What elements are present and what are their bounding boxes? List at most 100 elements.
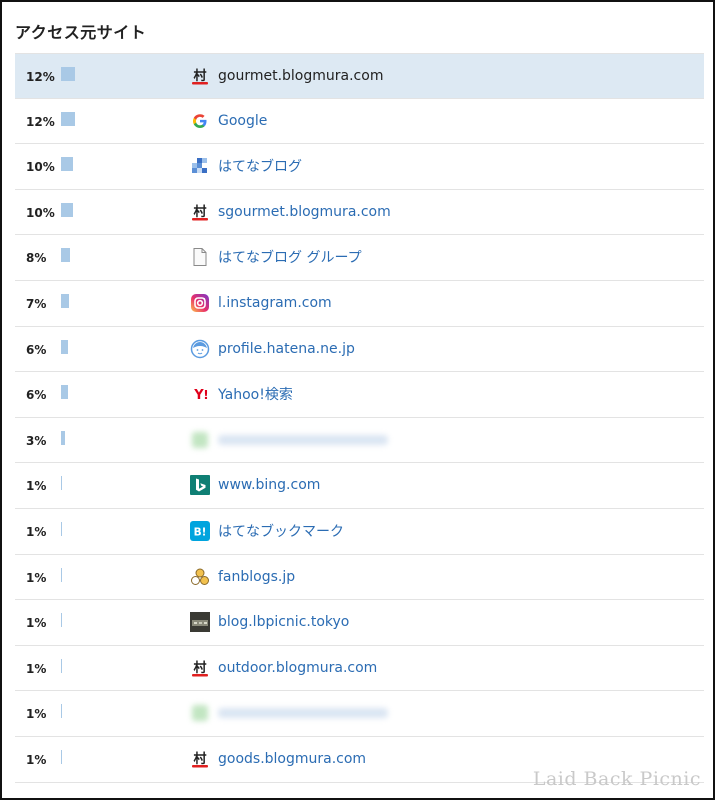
referrer-row[interactable]: 1% fanblogs.jp bbox=[15, 555, 704, 601]
referrer-row[interactable]: 6% Y! Yahoo!検索 bbox=[15, 372, 704, 418]
referrer-row[interactable]: 3% bbox=[15, 418, 704, 464]
blogmura-icon: 村 bbox=[190, 658, 210, 678]
share-bar bbox=[61, 567, 62, 582]
share-percent: 10% bbox=[26, 160, 55, 175]
share-bar bbox=[61, 704, 62, 719]
svg-text:村: 村 bbox=[193, 660, 206, 676]
access-sources-panel: アクセス元サイト 12% 村 gourmet.blogmura.com 12% Goog… bbox=[0, 0, 715, 800]
share-percent: 1% bbox=[26, 707, 47, 722]
referrer-site: profile.hatena.ne.jp bbox=[190, 339, 355, 359]
referrer-site: www.bing.com bbox=[190, 475, 320, 496]
svg-text:村: 村 bbox=[193, 751, 206, 767]
share-bar bbox=[61, 157, 73, 172]
share-bar bbox=[61, 613, 62, 628]
referrer-site bbox=[190, 703, 388, 723]
share-percent: 1% bbox=[26, 524, 47, 539]
share-bar bbox=[61, 202, 73, 217]
share-bar bbox=[61, 749, 62, 764]
instagram-icon bbox=[190, 293, 210, 313]
referrer-site: 村 outdoor.blogmura.com bbox=[190, 658, 377, 678]
referrer-link[interactable]: はてなブログ bbox=[218, 156, 302, 176]
referrer-list: 12% 村 gourmet.blogmura.com 12% Google 10% はてなブ… bbox=[15, 53, 704, 783]
referrer-row[interactable]: 1% blog.lbpicnic.tokyo bbox=[15, 600, 704, 646]
referrer-link[interactable]: www.bing.com bbox=[218, 477, 320, 493]
referrer-row[interactable]: 1% B! はてなブックマーク bbox=[15, 509, 704, 555]
referrer-site bbox=[190, 430, 388, 450]
share-percent: 10% bbox=[26, 205, 55, 220]
bing-icon bbox=[190, 475, 210, 496]
blurred-favicon-icon bbox=[190, 430, 210, 450]
referrer-site: はてなブログ bbox=[190, 156, 302, 176]
section-title: アクセス元サイト bbox=[15, 23, 147, 42]
svg-text:村: 村 bbox=[193, 68, 206, 84]
hatena-profile-icon bbox=[190, 339, 210, 359]
referrer-row[interactable]: 1% www.bing.com bbox=[15, 463, 704, 509]
referrer-site: 村 goods.blogmura.com bbox=[190, 749, 366, 769]
referrer-site: fanblogs.jp bbox=[190, 567, 295, 587]
share-percent: 1% bbox=[26, 479, 47, 494]
referrer-link[interactable]: goods.blogmura.com bbox=[218, 751, 366, 767]
referrer-site: blog.lbpicnic.tokyo bbox=[190, 612, 349, 633]
referrer-link bbox=[218, 434, 388, 445]
referrer-site: はてなブログ グループ bbox=[190, 247, 362, 267]
referrer-site: 村 sgourmet.blogmura.com bbox=[190, 202, 391, 222]
referrer-row[interactable]: 8% はてなブログ グループ bbox=[15, 235, 704, 281]
referrer-site: B! はてなブックマーク bbox=[190, 520, 344, 541]
referrer-row[interactable]: 12% Google bbox=[15, 99, 704, 145]
referrer-site: Y! Yahoo!検索 bbox=[190, 384, 293, 404]
referrer-link[interactable]: profile.hatena.ne.jp bbox=[218, 341, 355, 357]
referrer-row[interactable]: 10% はてなブログ bbox=[15, 144, 704, 190]
share-bar bbox=[61, 658, 62, 673]
referrer-row[interactable]: 1% 村 outdoor.blogmura.com bbox=[15, 646, 704, 692]
referrer-row[interactable]: 12% 村 gourmet.blogmura.com bbox=[15, 53, 704, 99]
referrer-link bbox=[218, 708, 388, 719]
fanblogs-icon bbox=[190, 567, 210, 587]
hatena-blog-icon bbox=[190, 156, 210, 176]
share-percent: 1% bbox=[26, 752, 47, 767]
share-percent: 6% bbox=[26, 342, 47, 357]
share-percent: 7% bbox=[26, 296, 47, 311]
blogmura-icon: 村 bbox=[190, 202, 210, 222]
referrer-site: Google bbox=[190, 111, 267, 131]
share-bar bbox=[61, 521, 62, 536]
referrer-link[interactable]: はてなブログ グループ bbox=[218, 247, 362, 267]
referrer-link[interactable]: blog.lbpicnic.tokyo bbox=[218, 614, 349, 630]
share-percent: 1% bbox=[26, 616, 47, 631]
share-percent: 8% bbox=[26, 251, 47, 266]
svg-text:!: ! bbox=[203, 388, 208, 402]
referrer-link[interactable]: outdoor.blogmura.com bbox=[218, 660, 377, 676]
referrer-link[interactable]: fanblogs.jp bbox=[218, 569, 295, 585]
share-percent: 3% bbox=[26, 433, 47, 448]
site-thumbnail-icon bbox=[190, 612, 210, 633]
referrer-row[interactable]: 1% bbox=[15, 691, 704, 737]
watermark: Laid Back Picnic bbox=[532, 768, 701, 790]
referrer-link[interactable]: Google bbox=[218, 113, 267, 129]
share-percent: 1% bbox=[26, 661, 47, 676]
share-bar bbox=[61, 67, 75, 81]
share-percent: 1% bbox=[26, 570, 47, 585]
share-percent: 12% bbox=[26, 70, 55, 84]
referrer-link[interactable]: gourmet.blogmura.com bbox=[218, 68, 383, 84]
share-bar bbox=[61, 339, 68, 354]
referrer-row[interactable]: 7% l.instagram.com bbox=[15, 281, 704, 327]
referrer-site: 村 gourmet.blogmura.com bbox=[190, 66, 383, 86]
referrer-row[interactable]: 10% 村 sgourmet.blogmura.com bbox=[15, 190, 704, 236]
blogmura-icon: 村 bbox=[190, 66, 210, 86]
share-bar bbox=[61, 293, 69, 308]
referrer-site: l.instagram.com bbox=[190, 293, 332, 313]
share-bar bbox=[61, 476, 62, 491]
svg-text:B!: B! bbox=[194, 526, 207, 538]
share-percent: 6% bbox=[26, 388, 47, 403]
share-bar bbox=[61, 385, 68, 400]
hatena-bookmark-icon: B! bbox=[190, 520, 210, 541]
referrer-link[interactable]: l.instagram.com bbox=[218, 295, 332, 311]
share-bar bbox=[61, 248, 70, 263]
document-icon bbox=[190, 247, 210, 267]
referrer-link[interactable]: Yahoo!検索 bbox=[218, 384, 293, 404]
referrer-link[interactable]: はてなブックマーク bbox=[218, 521, 344, 541]
referrer-link[interactable]: sgourmet.blogmura.com bbox=[218, 204, 391, 220]
share-percent: 12% bbox=[26, 114, 55, 129]
blogmura-icon: 村 bbox=[190, 749, 210, 769]
referrer-row[interactable]: 6% profile.hatena.ne.jp bbox=[15, 327, 704, 373]
google-icon bbox=[190, 111, 210, 131]
